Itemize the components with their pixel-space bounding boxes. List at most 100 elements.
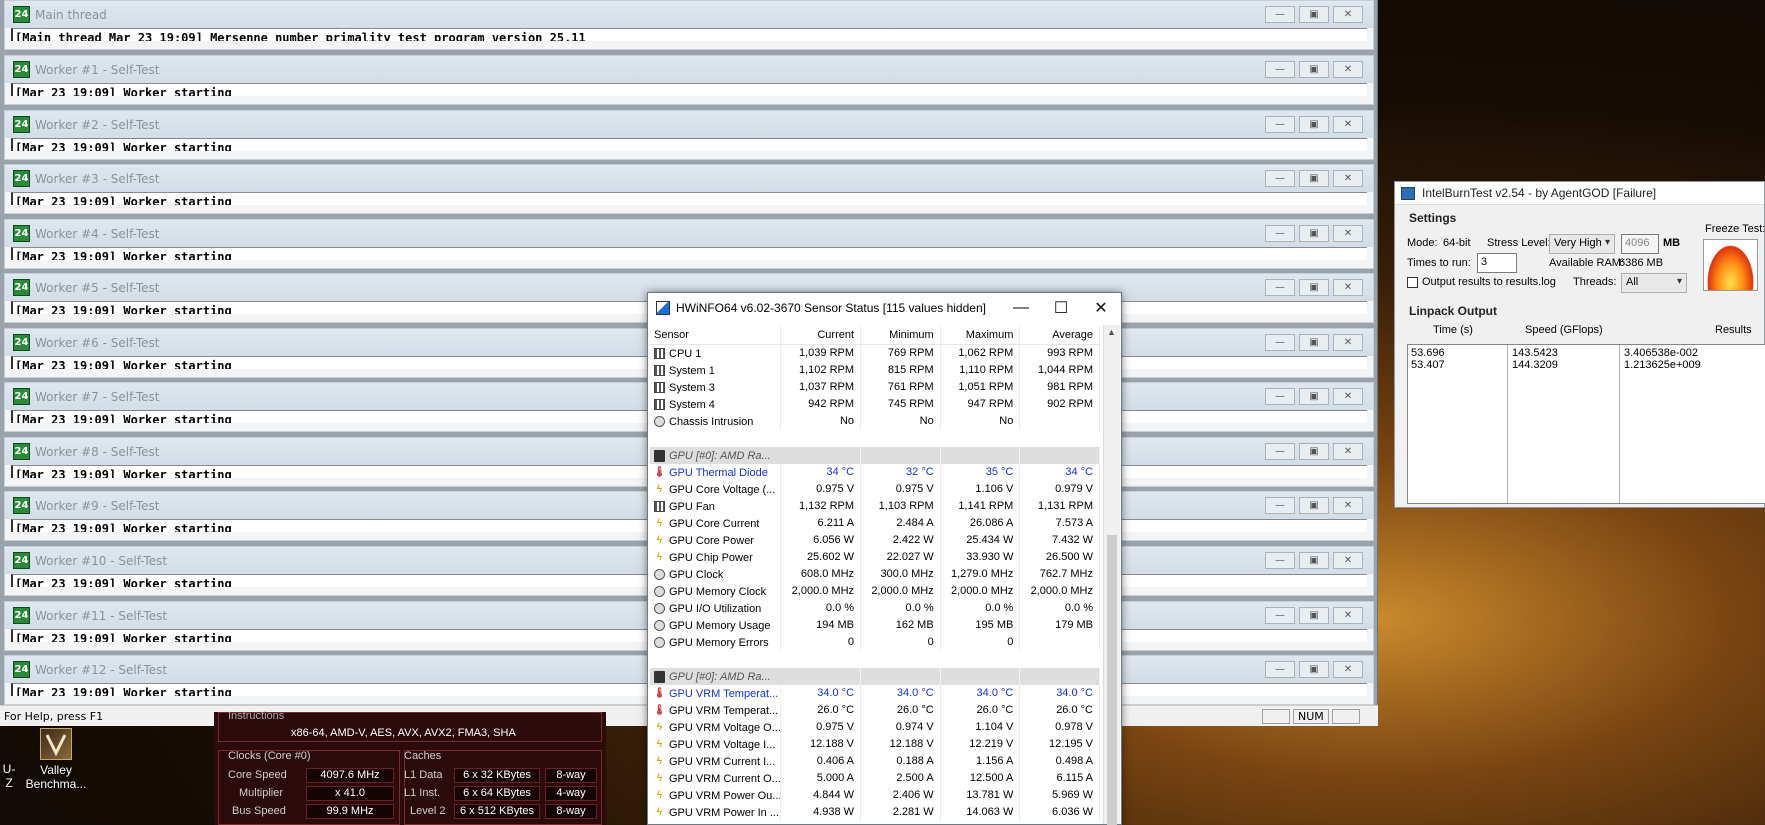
desktop-valley-label[interactable]: Valley Benchma... (18, 763, 94, 791)
maximize-button[interactable]: ▣ (1299, 170, 1329, 187)
minimize-button[interactable]: — (1265, 552, 1295, 569)
minimize-button[interactable]: — (1265, 388, 1295, 405)
minimize-button[interactable]: — (1265, 607, 1295, 624)
desktop-cpuz-label[interactable]: U-Z (0, 762, 18, 790)
scroll-up-icon[interactable]: ▲ (1107, 327, 1116, 337)
scrollbar-thumb[interactable] (1107, 535, 1117, 825)
output-results-label[interactable]: Output results to results.log (1422, 276, 1556, 288)
main-thread-window[interactable]: 24 Main thread — ▣ ✕ [Main thread Mar 23 19:0… (4, 0, 1374, 50)
sensor-row[interactable]: 🌡 GPU VRM Temperat... 34.0 °C 34.0 °C 34.0 °… (650, 685, 1100, 702)
threads-select[interactable]: All ▾ (1621, 273, 1687, 293)
memory-input[interactable]: 4096 (1621, 234, 1659, 254)
close-button[interactable]: ✕ (1333, 388, 1363, 405)
sensor-row[interactable]: ϟ GPU VRM Power In ... 4.938 W 2.281 W 14.06… (650, 804, 1100, 821)
close-button[interactable]: ✕ (1333, 116, 1363, 133)
mdi-title-bar[interactable]: 24 Worker #1 - Self-Test — ▣ ✕ (5, 56, 1373, 83)
maximize-button[interactable]: ▣ (1299, 334, 1329, 351)
maximize-button[interactable]: ▣ (1299, 6, 1329, 23)
minimize-button[interactable]: — (1001, 293, 1041, 323)
valley-benchmark-icon[interactable] (40, 728, 72, 760)
hwinfo-title-bar[interactable]: HWiNFO64 v6.02-3670 Sensor Status [115 v… (648, 293, 1121, 323)
close-button[interactable]: ✕ (1081, 293, 1121, 323)
freeze-test-fire-icon[interactable] (1703, 239, 1758, 291)
worker-window[interactable]: 24 Worker #4 - Self-Test — ▣ ✕ [Mar 23 19:09]… (4, 219, 1374, 269)
stress-level-select[interactable]: Very High ▾ (1549, 234, 1615, 254)
close-button[interactable]: ✕ (1333, 552, 1363, 569)
minimize-button[interactable]: — (1265, 443, 1295, 460)
sensor-row[interactable]: ϟ GPU VRM Voltage O... 0.975 V 0.974 V 1.104… (650, 719, 1100, 736)
output-results-checkbox[interactable] (1407, 277, 1418, 288)
column-header-minimum[interactable]: Minimum (861, 325, 941, 344)
worker-window[interactable]: 24 Worker #1 - Self-Test — ▣ ✕ [Mar 23 19:09]… (4, 55, 1374, 105)
sensor-row[interactable]: ϟ GPU Core Current 6.211 A 2.484 A 26.086 A7… (650, 515, 1100, 532)
worker-window[interactable]: 24 Worker #2 - Self-Test — ▣ ✕ [Mar 23 19:09]… (4, 110, 1374, 160)
sensor-row[interactable]: System 1 1,102 RPM 815 RPM 1,110 RPM 1,044 R… (650, 362, 1100, 379)
minimize-button[interactable]: — (1265, 170, 1295, 187)
sensor-row[interactable]: System 3 1,037 RPM 761 RPM 1,051 RPM 981 RPM (650, 379, 1100, 396)
close-button[interactable]: ✕ (1333, 497, 1363, 514)
sensor-row[interactable]: 🌡 GPU VRM Temperat... 26.0 °C 26.0 °C 26.0 °… (650, 702, 1100, 719)
sensor-row[interactable]: ϟ GPU Core Power 6.056 W 2.422 W 25.434 W 7.4… (650, 532, 1100, 549)
maximize-button[interactable]: ▣ (1299, 443, 1329, 460)
sensor-row[interactable]: CPU 1 1,039 RPM 769 RPM 1,062 RPM 993 RPM (650, 345, 1100, 362)
close-button[interactable]: ✕ (1333, 443, 1363, 460)
vertical-scrollbar[interactable]: ▲ (1103, 325, 1120, 825)
sensor-row[interactable]: GPU Memory Usage 194 MB 162 MB 195 MB 179 MB (650, 617, 1100, 634)
maximize-button[interactable]: ▣ (1299, 497, 1329, 514)
minimize-button[interactable]: — (1265, 61, 1295, 78)
column-header-current[interactable]: Current (781, 325, 862, 344)
status-num: NUM (1293, 709, 1329, 724)
maximize-button[interactable]: ▣ (1299, 552, 1329, 569)
mdi-title-bar[interactable]: 24 Worker #4 - Self-Test — ▣ ✕ (5, 220, 1373, 247)
sensor-row[interactable]: ϟ GPU Chip Power 25.602 W 22.027 W 33.930 W2… (650, 549, 1100, 566)
sensor-row[interactable]: ϟ GPU VRM Current O... 5.000 A 2.500 A 12.50… (650, 770, 1100, 787)
mdi-title-bar[interactable]: 24 Worker #2 - Self-Test — ▣ ✕ (5, 111, 1373, 138)
minimize-button[interactable]: — (1265, 279, 1295, 296)
sensor-group-header[interactable]: GPU [#0]: AMD Ra... (650, 447, 1100, 464)
sensor-row[interactable]: ϟ GPU VRM Power Ou... 4.844 W 2.406 W 13.781… (650, 787, 1100, 804)
mdi-title-bar[interactable]: 24 Worker #3 - Self-Test — ▣ ✕ (5, 165, 1373, 192)
close-button[interactable]: ✕ (1333, 170, 1363, 187)
minimize-button[interactable]: — (1265, 6, 1295, 23)
sensor-row[interactable]: Chassis Intrusion No No No (650, 413, 1100, 430)
sensor-row[interactable]: GPU Memory Errors 0 0 0 (650, 634, 1100, 651)
minimize-button[interactable]: — (1265, 116, 1295, 133)
minimize-button[interactable]: — (1265, 225, 1295, 242)
sensor-row[interactable]: System 4 942 RPM 745 RPM 947 RPM 902 RPM (650, 396, 1100, 413)
close-button[interactable]: ✕ (1333, 607, 1363, 624)
maximize-button[interactable]: ▣ (1299, 661, 1329, 678)
column-header-maximum[interactable]: Maximum (941, 325, 1021, 344)
close-button[interactable]: ✕ (1333, 61, 1363, 78)
mdi-title-bar[interactable]: 24 Main thread — ▣ ✕ (5, 1, 1373, 28)
sensor-row[interactable]: GPU I/O Utilization 0.0 % 0.0 % 0.0 % 0.0 % (650, 600, 1100, 617)
close-button[interactable]: ✕ (1333, 225, 1363, 242)
close-button[interactable]: ✕ (1333, 6, 1363, 23)
maximize-button[interactable]: ▣ (1299, 116, 1329, 133)
sensor-row[interactable]: ϟ GPU VRM Voltage I... 12.188 V 12.188 V 12.… (650, 736, 1100, 753)
worker-window[interactable]: 24 Worker #3 - Self-Test — ▣ ✕ [Mar 23 19:09]… (4, 164, 1374, 214)
close-button[interactable]: ✕ (1333, 661, 1363, 678)
close-button[interactable]: ✕ (1333, 334, 1363, 351)
sensor-row[interactable]: GPU Memory Clock 2,000.0 MHz 2,000.0 MHz 2,… (650, 583, 1100, 600)
maximize-button[interactable]: ▣ (1299, 61, 1329, 78)
maximize-button[interactable]: ▣ (1299, 388, 1329, 405)
times-to-run-input[interactable]: 3 (1477, 253, 1517, 273)
column-header-average[interactable]: Average (1020, 325, 1101, 344)
ibt-title-bar[interactable]: IntelBurnTest v2.54 - by AgentGOD [Failu… (1395, 182, 1764, 205)
maximize-button[interactable]: ▣ (1299, 279, 1329, 296)
minimize-button[interactable]: — (1265, 334, 1295, 351)
maximize-button[interactable]: ▣ (1299, 225, 1329, 242)
column-header-sensor[interactable]: Sensor (650, 325, 782, 344)
sensor-row[interactable]: GPU Clock 608.0 MHz 300.0 MHz 1,279.0 MHz 76… (650, 566, 1100, 583)
close-button[interactable]: ✕ (1333, 279, 1363, 296)
minimize-button[interactable]: — (1265, 497, 1295, 514)
sensor-group-header[interactable]: GPU [#0]: AMD Ra... (650, 668, 1100, 685)
sensor-row[interactable]: 🌡 GPU Thermal Diode 34 °C 32 °C 35 °C 34 °C (650, 464, 1100, 481)
sensor-row[interactable]: ϟ GPU Core Voltage (... 0.975 V 0.975 V 1.10… (650, 481, 1100, 498)
linpack-output-list[interactable]: 53.696 143.5423 3.406538e-002 53.407 144.320… (1407, 344, 1765, 504)
minimize-button[interactable]: — (1265, 661, 1295, 678)
sensor-row[interactable]: ϟ GPU VRM Current I... 0.406 A 0.188 A 1.156… (650, 753, 1100, 770)
maximize-button[interactable]: ☐ (1041, 293, 1081, 323)
sensor-row[interactable]: GPU Fan 1,132 RPM 1,103 RPM 1,141 RPM 1,131 … (650, 498, 1100, 515)
maximize-button[interactable]: ▣ (1299, 607, 1329, 624)
